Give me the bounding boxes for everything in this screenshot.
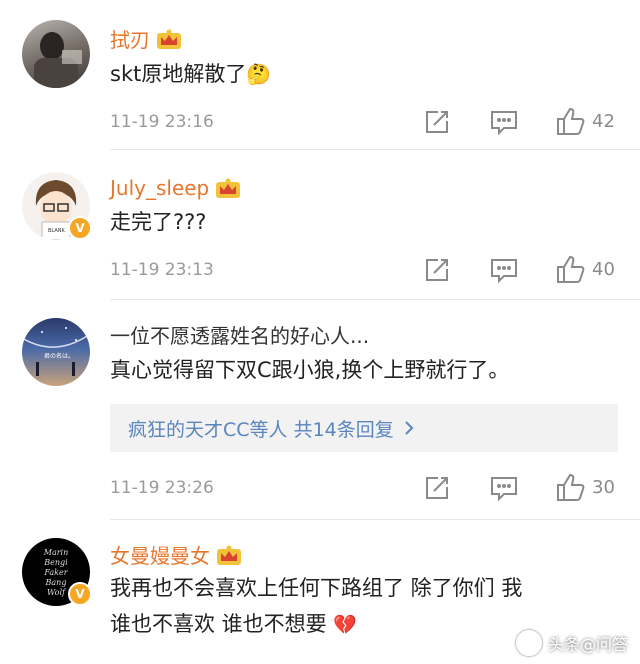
username-row: 女曼嫚曼女 [110,540,242,569]
avatar-film-title: 君の名は。 [44,352,74,360]
comment-text-content: skt原地解散了 [110,62,247,86]
thumbs-up-icon [557,255,585,283]
crown-badge-icon [217,545,241,565]
share-icon [426,111,448,133]
timestamp: 11-19 23:26 [110,478,214,498]
share-icon [426,477,448,499]
thinking-emoji-icon: 🤔 [246,62,272,86]
avatar-text-line: Bengi [44,558,68,567]
like-button[interactable]: 30 [556,472,615,502]
broken-heart-icon: 💔 [333,614,358,636]
avatar-text-line: Marin [43,548,69,557]
username-row: 一位不愿透露姓名的好心人... [110,320,369,349]
watermark-text: 头条@问答 [547,635,628,654]
comment-icon [491,111,517,135]
share-button[interactable] [424,475,450,501]
like-count: 40 [592,258,615,280]
like-button[interactable]: 40 [556,254,615,284]
comment-button[interactable] [490,257,518,283]
username[interactable]: July_sleep [110,176,209,200]
verified-v-icon: V [68,216,92,240]
timestamp: 11-19 23:13 [110,260,214,280]
crown-badge-icon [157,29,181,49]
replies-summary: 疯狂的天才CC等人 共14条回复 [128,418,394,441]
avatar[interactable] [22,20,90,88]
share-button[interactable] [424,257,450,283]
timestamp: 11-19 23:16 [110,112,214,132]
like-count: 30 [592,476,615,498]
username-row: July_sleep [110,176,241,200]
comment-button[interactable] [490,109,518,135]
thumbs-up-icon [557,107,585,135]
username[interactable]: 一位不愿透露姓名的好心人... [110,320,369,349]
username[interactable]: 拭刃 [110,24,150,53]
comment-item: BLANK V July_sleep 走完了??? 11-19 23:13 40 [0,150,640,300]
view-replies-link[interactable]: 疯狂的天才CC等人 共14条回复 [110,404,618,452]
toutiao-logo-icon [515,630,542,656]
comment-text: 走完了??? [110,210,207,234]
comment-icon [491,477,517,501]
chevron-right-icon [405,421,414,435]
username[interactable]: 女曼嫚曼女 [110,540,210,569]
comment-text-line: 我再也不会喜欢上任何下路组了 除了你们 我 [110,576,523,600]
comment-text: 真心觉得留下双C跟小狼,换个上野就行了。 [110,358,510,382]
comment-item: 拭刃 skt原地解散了🤔 11-19 23:16 42 [0,0,640,150]
avatar-text-line: Faker [44,568,68,577]
avatar[interactable]: 君の名は。 [22,318,90,386]
share-button[interactable] [424,109,450,135]
like-count: 42 [592,110,615,132]
comment-button[interactable] [490,475,518,501]
like-button[interactable]: 42 [556,106,615,136]
avatar-sign-text: BLANK [48,228,65,234]
crown-badge-icon [216,178,241,198]
comment-item: 君の名は。 一位不愿透露姓名的好心人... 真心觉得留下双C跟小狼,换个上野就行… [0,300,640,520]
comment-text-line: 谁也不喜欢 谁也不想要 [110,612,327,636]
username-row: 拭刃 [110,24,182,53]
share-icon [426,259,448,281]
watermark: 头条@问答 [515,630,628,656]
comment-text: skt原地解散了🤔 [110,56,616,92]
comment-icon [491,259,517,283]
thumbs-up-icon [557,473,585,501]
verified-v-icon: V [68,582,92,606]
